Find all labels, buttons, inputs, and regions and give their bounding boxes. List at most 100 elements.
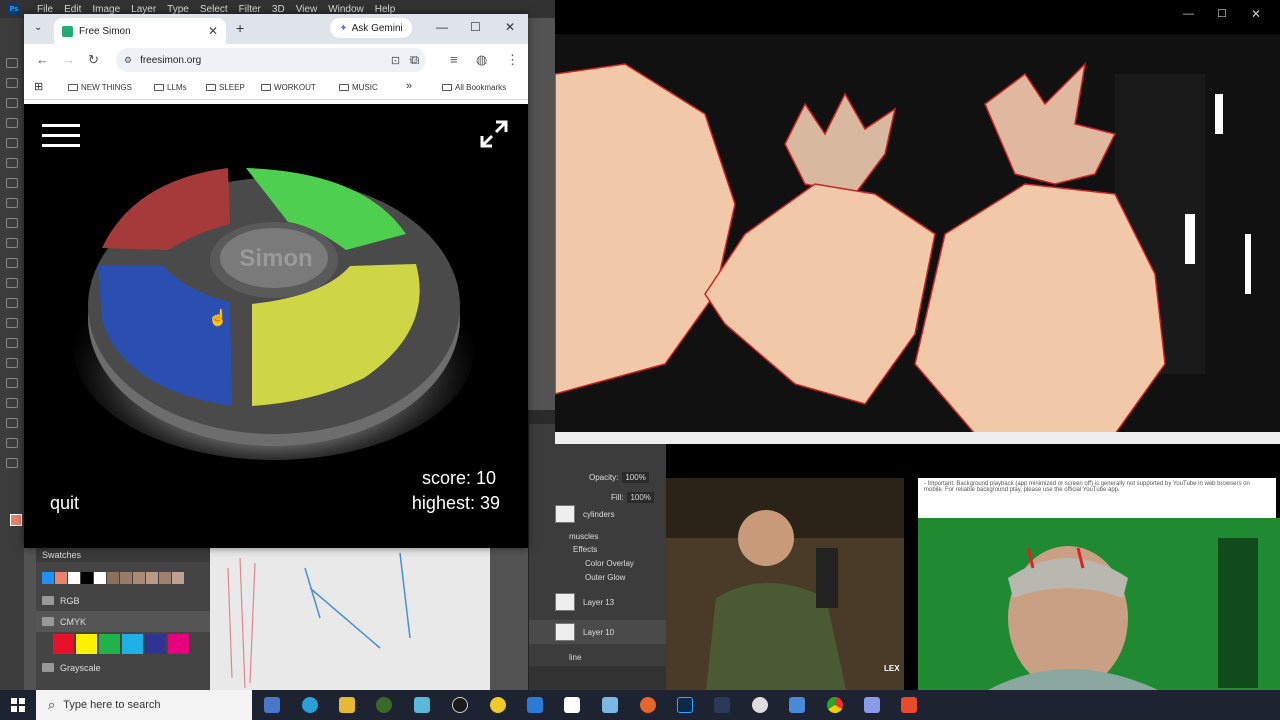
app-icon[interactable] [376,697,392,713]
swatch[interactable] [172,572,184,584]
swatch[interactable] [122,634,143,654]
address-bar[interactable]: ⚙ freesimon.org ⊡ ☆ [116,48,426,72]
stamp-tool-icon[interactable] [6,238,18,248]
app-icon[interactable] [752,697,768,713]
menu-edit[interactable]: Edit [64,4,81,15]
layer-group-row[interactable]: muscles [529,524,667,548]
lasso-tool-icon[interactable] [6,98,18,108]
layer-row-selected[interactable]: Layer 10 [529,620,667,644]
reaction-webcam-frame[interactable] [918,518,1280,690]
hand-tool-icon[interactable] [6,438,18,448]
shape-tool-icon[interactable] [6,418,18,428]
history-brush-tool-icon[interactable] [6,258,18,268]
crop-tool-icon[interactable] [6,138,18,148]
minimize-icon[interactable]: — [436,20,448,34]
swatch-group-cmyk[interactable]: CMYK [36,611,210,632]
move-tool-icon[interactable] [6,58,18,68]
forward-arrow-icon[interactable]: → [62,52,75,67]
menu-window[interactable]: Window [328,4,364,15]
openai-icon[interactable] [452,697,468,713]
file-explorer-icon[interactable] [339,697,355,713]
anime-video-frame[interactable] [555,34,1280,444]
reload-icon[interactable]: ↻ [88,52,99,68]
swatch[interactable] [159,572,171,584]
chrome-icon[interactable] [827,697,843,713]
ask-gemini-button[interactable]: ✦ Ask Gemini [330,18,412,38]
close-window-icon[interactable]: ✕ [1251,7,1261,21]
podcast-video-frame[interactable]: LEX [666,478,904,690]
effects-label[interactable]: Effects [573,545,597,554]
zoom-tool-icon[interactable] [6,458,18,468]
select-tool-icon[interactable] [6,118,18,128]
apps-grid-icon[interactable]: ⊞ [34,80,43,93]
swatch[interactable] [107,572,119,584]
bookmark-workout[interactable]: WORKOUT [261,83,316,92]
extensions-icon[interactable]: ⧉ [410,52,419,68]
firefox-icon[interactable] [640,697,656,713]
task-view-icon[interactable] [264,697,280,713]
app-icon[interactable] [414,697,430,713]
menu-type[interactable]: Type [167,4,189,15]
swatch[interactable] [99,634,120,654]
app-icon[interactable] [602,697,618,713]
swatch[interactable] [53,634,74,654]
swatch-group-grayscale[interactable]: Grayscale [36,657,210,678]
app-icon[interactable] [714,697,730,713]
app-icon[interactable] [864,697,880,713]
menu-kebab-icon[interactable]: ⋮ [506,52,519,68]
blur-tool-icon[interactable] [6,318,18,328]
site-info-icon[interactable]: ⚙ [124,55,132,66]
menu-3d[interactable]: 3D [272,4,285,15]
photoshop-canvas[interactable] [210,548,490,690]
menu-view[interactable]: View [296,4,318,15]
swatch[interactable] [94,572,106,584]
taskbar-search[interactable]: ⌕ Type here to search [36,690,252,720]
more-bookmarks-chevron-icon[interactable]: » [406,80,412,92]
edge-icon[interactable] [302,697,318,713]
opacity-value[interactable]: 100% [622,472,649,483]
reading-list-icon[interactable]: ≡ [450,52,458,67]
pen-tool-icon[interactable] [6,358,18,368]
windows-start-icon[interactable] [0,690,36,720]
text-tool-icon[interactable] [6,378,18,388]
new-tab-button[interactable]: + [236,20,244,36]
bookmark-new-things[interactable]: NEW THINGS [68,83,132,92]
swatch[interactable] [120,572,132,584]
quit-button[interactable]: quit [50,493,79,514]
swatch[interactable] [68,572,80,584]
marquee-tool-icon[interactable] [6,78,18,88]
menu-image[interactable]: Image [92,4,120,15]
maximize-icon[interactable]: ☐ [470,20,481,34]
effect-outer-glow[interactable]: Outer Glow [585,573,625,582]
layer-row[interactable]: cylinders [529,502,667,526]
swatch[interactable] [42,572,54,584]
docs-icon[interactable] [527,697,543,713]
eyedropper-tool-icon[interactable] [6,178,18,188]
profile-icon[interactable]: ◍ [476,52,487,68]
lightbulb-icon[interactable] [490,697,506,713]
install-app-icon[interactable]: ⊡ [391,54,400,67]
close-tab-icon[interactable]: ✕ [208,24,218,38]
bookmark-llms[interactable]: LLMs [154,83,187,92]
close-window-icon[interactable]: ✕ [505,20,515,34]
frame-tool-icon[interactable] [6,158,18,168]
tab-free-simon[interactable]: Free Simon ✕ [54,18,226,44]
eraser-tool-icon[interactable] [6,278,18,288]
layers-footer-buttons[interactable] [529,666,667,690]
bookmark-music[interactable]: MUSIC [339,83,378,92]
swatch[interactable] [133,572,145,584]
opacity-control[interactable]: Opacity: 100% [589,472,649,483]
dodge-tool-icon[interactable] [6,338,18,348]
gradient-tool-icon[interactable] [6,298,18,308]
effect-color-overlay[interactable]: Color Overlay [585,559,634,568]
heal-tool-icon[interactable] [6,198,18,208]
all-bookmarks[interactable]: All Bookmarks [442,83,506,92]
app-icon[interactable] [564,697,580,713]
menu-filter[interactable]: Filter [239,4,261,15]
maximize-icon[interactable]: ☐ [1217,7,1227,20]
swatch[interactable] [81,572,93,584]
menu-file[interactable]: File [37,4,53,15]
swatch[interactable] [55,572,67,584]
tab-search-chevron-icon[interactable]: ⌄ [34,22,42,33]
swatch[interactable] [168,634,189,654]
